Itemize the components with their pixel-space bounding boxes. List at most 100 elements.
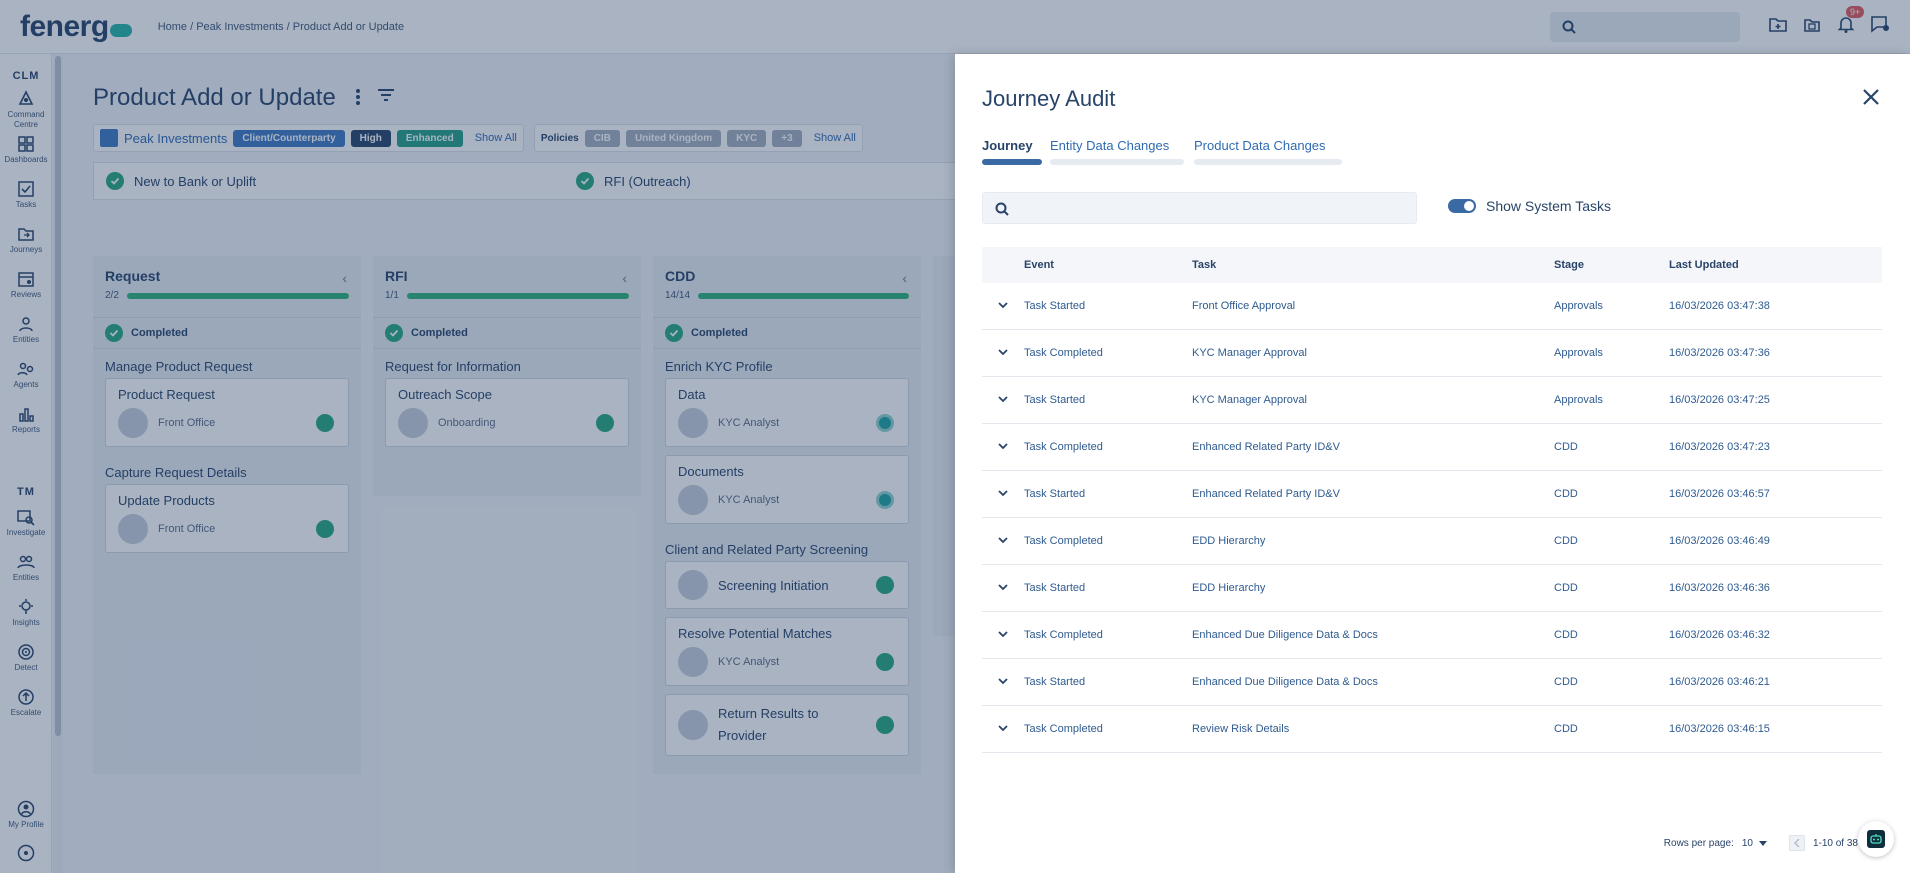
toggle-label: Show System Tasks	[1486, 198, 1612, 214]
chevron-down-icon[interactable]	[996, 392, 1010, 406]
row-expander[interactable]	[982, 345, 1024, 362]
column-header-last-updated[interactable]: Last Updated	[1669, 259, 1882, 271]
task-cell: KYC Manager Approval	[1192, 394, 1307, 406]
row-expander[interactable]	[982, 627, 1024, 644]
stage-cell: CDD	[1554, 676, 1578, 688]
table-row[interactable]: Task Completed Enhanced Due Diligence Dat…	[982, 612, 1882, 659]
task-cell: Enhanced Due Diligence Data & Docs	[1192, 629, 1378, 641]
audit-search	[982, 192, 1417, 224]
event-cell: Task Started	[1024, 394, 1086, 406]
stage-cell: CDD	[1554, 629, 1578, 641]
journey-audit-drawer: Journey Audit Journey Entity Data Change…	[955, 54, 1910, 873]
stage-cell: CDD	[1554, 723, 1578, 735]
show-system-tasks-toggle[interactable]	[1448, 199, 1476, 213]
row-expander[interactable]	[982, 721, 1024, 738]
event-cell: Task Completed	[1024, 535, 1103, 547]
event-cell: Task Started	[1024, 582, 1086, 594]
event-cell: Task Started	[1024, 300, 1086, 312]
chevron-down-icon[interactable]	[996, 721, 1010, 735]
task-cell: Front Office Approval	[1192, 300, 1296, 312]
event-cell: Task Started	[1024, 488, 1086, 500]
column-header-event[interactable]: Event	[1024, 259, 1192, 271]
task-cell: EDD Hierarchy	[1192, 582, 1266, 594]
rows-per-page-select[interactable]: 10	[1742, 838, 1767, 849]
stage-cell: CDD	[1554, 441, 1578, 453]
previous-page-button[interactable]	[1788, 835, 1805, 851]
tab-journey[interactable]: Journey	[982, 138, 1042, 165]
table-row[interactable]: Task Started KYC Manager Approval Approval…	[982, 377, 1882, 424]
toggle-knob	[1464, 201, 1474, 211]
chevron-down-icon[interactable]	[996, 533, 1010, 547]
table-row[interactable]: Task Completed KYC Manager Approval Approv…	[982, 330, 1882, 377]
assistant-button[interactable]	[1858, 821, 1894, 857]
table-row[interactable]: Task Started Front Office Approval Approva…	[982, 283, 1882, 330]
page-range: 1-10 of 38	[1812, 837, 1858, 849]
task-cell: EDD Hierarchy	[1192, 535, 1266, 547]
chevron-left-icon	[1793, 839, 1800, 847]
show-system-tasks-row: Show System Tasks	[1448, 198, 1611, 214]
tab-product-data-changes[interactable]: Product Data Changes	[1194, 138, 1344, 165]
table-header: Event Task Stage Last Updated	[982, 247, 1882, 283]
pagination: Rows per page: 10 1-10 of 38	[982, 833, 1882, 853]
task-cell: Enhanced Due Diligence Data & Docs	[1192, 676, 1378, 688]
last-updated-cell: 16/03/2026 03:46:36	[1669, 582, 1770, 594]
stage-cell: Approvals	[1554, 394, 1603, 406]
row-expander[interactable]	[982, 533, 1024, 550]
chevron-down-icon[interactable]	[996, 345, 1010, 359]
search-icon	[995, 202, 1009, 216]
last-updated-cell: 16/03/2026 03:46:32	[1669, 629, 1770, 641]
table-row[interactable]: Task Started Enhanced Due Diligence Data …	[982, 659, 1882, 706]
event-cell: Task Completed	[1024, 723, 1103, 735]
drawer-title: Journey Audit	[982, 86, 1116, 111]
assistant-icon	[1867, 830, 1885, 848]
chevron-down-icon[interactable]	[996, 627, 1010, 641]
stage-cell: CDD	[1554, 488, 1578, 500]
row-expander[interactable]	[982, 674, 1024, 691]
table-row[interactable]: Task Started EDD Hierarchy CDD 16/03/2026 0…	[982, 565, 1882, 612]
row-expander[interactable]	[982, 298, 1024, 315]
column-header-stage[interactable]: Stage	[1554, 259, 1669, 271]
event-cell: Task Completed	[1024, 441, 1103, 453]
table-body: Task Started Front Office Approval Approva…	[982, 283, 1882, 753]
chevron-down-icon[interactable]	[996, 674, 1010, 688]
caret-down-icon	[1758, 840, 1767, 846]
table-row[interactable]: Task Completed Review Risk Details CDD 16/0…	[982, 706, 1882, 753]
last-updated-cell: 16/03/2026 03:46:57	[1669, 488, 1770, 500]
last-updated-cell: 16/03/2026 03:47:36	[1669, 347, 1770, 359]
tab-entity-data-changes[interactable]: Entity Data Changes	[1050, 138, 1186, 165]
task-cell: KYC Manager Approval	[1192, 347, 1307, 359]
stage-cell: Approvals	[1554, 347, 1603, 359]
event-cell: Task Completed	[1024, 347, 1103, 359]
event-cell: Task Completed	[1024, 629, 1103, 641]
last-updated-cell: 16/03/2026 03:46:49	[1669, 535, 1770, 547]
row-expander[interactable]	[982, 580, 1024, 597]
last-updated-cell: 16/03/2026 03:46:15	[1669, 723, 1770, 735]
audit-search-input[interactable]	[1019, 193, 1409, 223]
table-row[interactable]: Task Completed Enhanced Related Party ID&…	[982, 424, 1882, 471]
chevron-down-icon[interactable]	[996, 580, 1010, 594]
row-expander[interactable]	[982, 486, 1024, 503]
last-updated-cell: 16/03/2026 03:47:38	[1669, 300, 1770, 312]
stage-cell: CDD	[1554, 535, 1578, 547]
last-updated-cell: 16/03/2026 03:47:23	[1669, 441, 1770, 453]
last-updated-cell: 16/03/2026 03:46:21	[1669, 676, 1770, 688]
chevron-down-icon[interactable]	[996, 439, 1010, 453]
chevron-down-icon[interactable]	[996, 486, 1010, 500]
row-expander[interactable]	[982, 439, 1024, 456]
chevron-down-icon[interactable]	[996, 298, 1010, 312]
close-button[interactable]	[1860, 86, 1882, 108]
stage-cell: CDD	[1554, 582, 1578, 594]
task-cell: Review Risk Details	[1192, 723, 1290, 735]
task-cell: Enhanced Related Party ID&V	[1192, 488, 1340, 500]
rows-per-page-label: Rows per page:	[1663, 837, 1734, 849]
task-cell: Enhanced Related Party ID&V	[1192, 441, 1340, 453]
audit-table: Event Task Stage Last Updated Task Start…	[982, 247, 1882, 851]
column-header-task[interactable]: Task	[1192, 259, 1554, 271]
close-icon	[1863, 89, 1879, 105]
audit-tabs: Journey Entity Data Changes Product Data…	[982, 138, 1344, 165]
stage-cell: Approvals	[1554, 300, 1603, 312]
table-row[interactable]: Task Started Enhanced Related Party ID&V C…	[982, 471, 1882, 518]
event-cell: Task Started	[1024, 676, 1086, 688]
row-expander[interactable]	[982, 392, 1024, 409]
table-row[interactable]: Task Completed EDD Hierarchy CDD 16/03/2026…	[982, 518, 1882, 565]
